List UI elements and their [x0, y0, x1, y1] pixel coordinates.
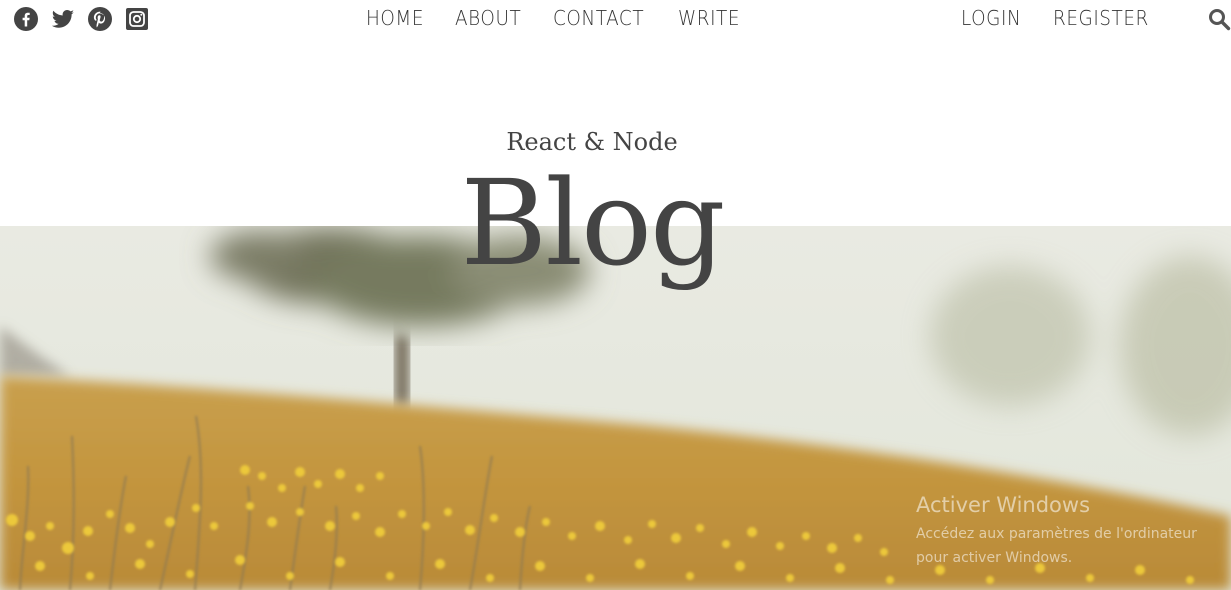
nav-contact-link[interactable]: CONTACT [553, 6, 644, 30]
watermark-line-1: Accédez aux paramètres de l'ordinateur [916, 526, 1197, 542]
facebook-icon[interactable] [14, 7, 38, 31]
main-nav: HOME ABOUT CONTACT WRITE [366, 6, 746, 30]
twitter-icon[interactable] [51, 7, 75, 31]
watermark-title: Activer Windows [916, 493, 1091, 517]
nav-write-link[interactable]: WRITE [678, 6, 740, 30]
nav-login-link[interactable]: LOGIN [961, 6, 1021, 30]
nav-home-link[interactable]: HOME [366, 6, 424, 30]
pinterest-icon[interactable] [88, 7, 112, 31]
watermark-line-2: pour activer Windows. [916, 550, 1073, 566]
nav-about-link[interactable]: ABOUT [455, 6, 521, 30]
social-links [14, 7, 149, 31]
windows-activation-watermark: Activer Windows Accédez aux paramètres d… [916, 492, 1197, 570]
instagram-icon[interactable] [125, 7, 149, 31]
top-bar: HOME ABOUT CONTACT WRITE LOGIN REGISTER [0, 0, 1231, 38]
nav-register-link[interactable]: REGISTER [1053, 6, 1149, 30]
auth-nav: LOGIN REGISTER [961, 6, 1157, 30]
header-subtitle: React & Node [506, 128, 678, 156]
search-icon[interactable] [1207, 7, 1231, 31]
